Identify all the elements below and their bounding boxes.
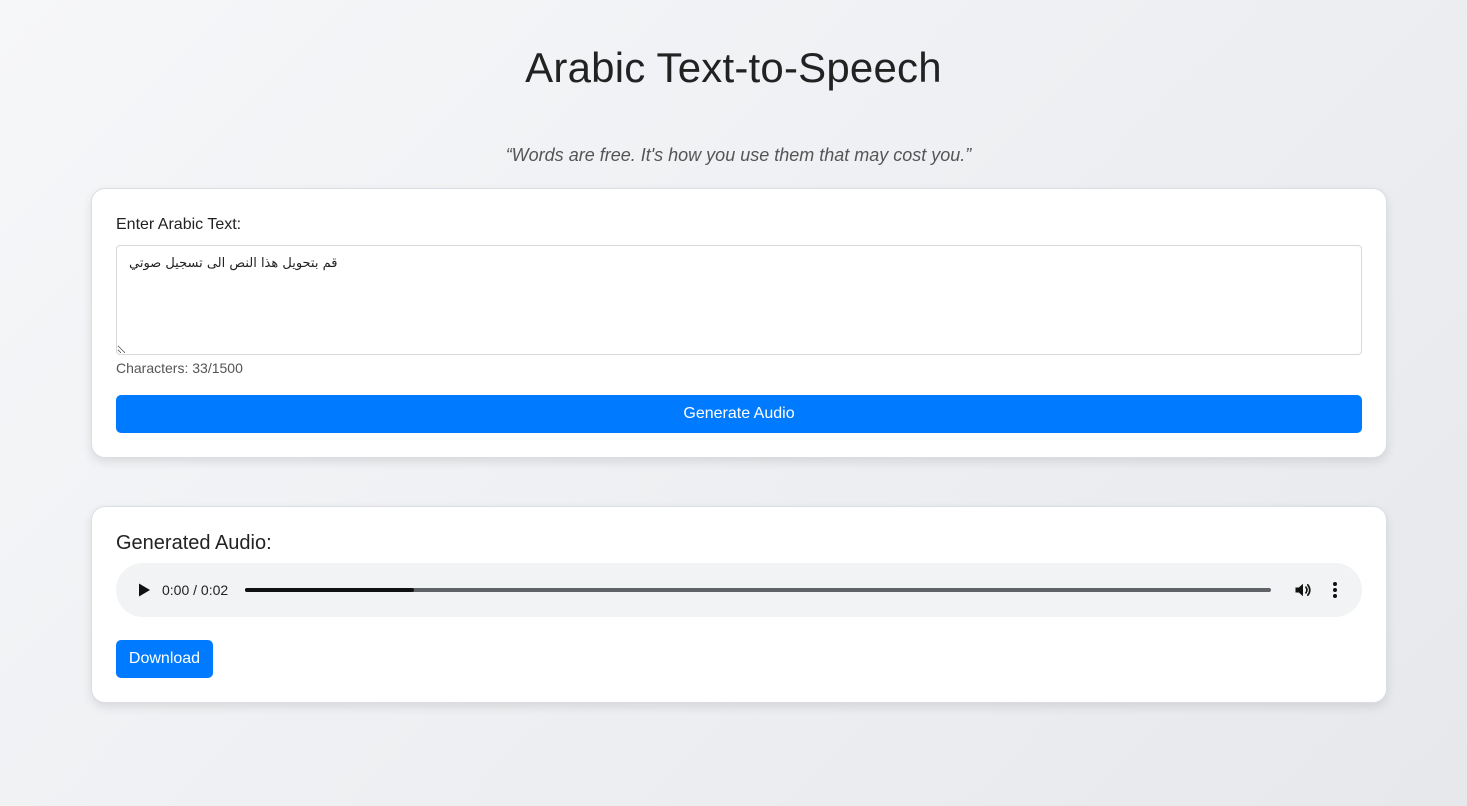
arabic-text-input[interactable]: قم بتحويل هذا النص الى تسجيل صوتي [116, 245, 1362, 355]
play-icon[interactable] [136, 582, 152, 598]
more-vertical-icon[interactable] [1328, 580, 1342, 600]
seek-bar[interactable] [245, 588, 1271, 592]
generated-audio-card: Generated Audio: 0:00 / 0:02 Download [91, 506, 1387, 703]
time-display: 0:00 / 0:02 [162, 582, 229, 598]
generate-audio-button[interactable]: Generate Audio [116, 395, 1362, 433]
quote: “Words are free. It's how you use them t… [505, 145, 972, 165]
download-button[interactable]: Download [116, 640, 213, 678]
volume-icon[interactable] [1293, 580, 1313, 600]
seek-bar-buffered [245, 588, 415, 592]
page-title: Arabic Text-to-Speech [525, 44, 942, 91]
text-input-card: Enter Arabic Text: قم بتحويل هذا النص ال… [91, 188, 1387, 458]
generated-audio-title: Generated Audio: [116, 532, 272, 554]
character-counter: Characters: 33/1500 [116, 360, 243, 376]
arabic-text-label: Enter Arabic Text: [116, 216, 242, 233]
audio-player: 0:00 / 0:02 [116, 563, 1362, 617]
